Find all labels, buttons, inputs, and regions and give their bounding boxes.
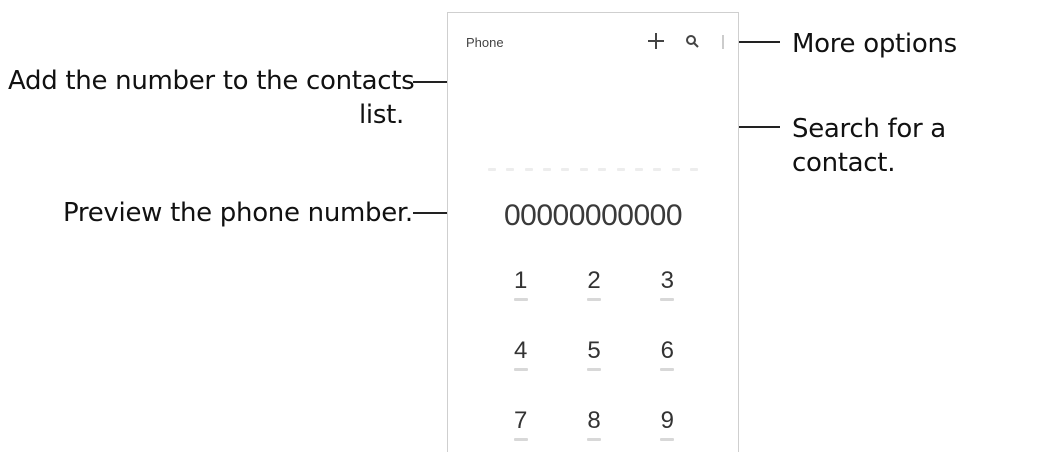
- callout-preview-number: Preview the phone number.: [63, 198, 413, 228]
- key-letters: [586, 368, 601, 371]
- key-3[interactable]: 3: [631, 267, 704, 317]
- add-contact-button[interactable]: [645, 30, 667, 52]
- key-letters: [586, 438, 601, 441]
- callout-more-options: More options: [792, 29, 957, 59]
- key-5[interactable]: 5: [557, 337, 630, 387]
- key-8[interactable]: 8: [557, 407, 630, 457]
- key-digit: 8: [587, 407, 601, 434]
- key-letters: [513, 368, 528, 371]
- key-digit: 1: [513, 267, 528, 294]
- more-options-button[interactable]: [718, 31, 728, 53]
- key-letters: [513, 298, 528, 301]
- plus-icon: [648, 33, 664, 49]
- key-6[interactable]: 6: [631, 337, 704, 387]
- faint-placeholder-row: [488, 168, 698, 174]
- app-title: Phone: [466, 35, 504, 50]
- key-digit: 6: [660, 337, 674, 364]
- key-digit: 3: [660, 267, 674, 294]
- key-letters: [660, 368, 675, 371]
- callout-search-contact: Search for a contact.: [792, 114, 946, 178]
- key-9[interactable]: 9: [631, 407, 704, 457]
- key-digit: 2: [587, 267, 601, 294]
- key-digit: 9: [660, 407, 674, 434]
- number-preview: 00000000000: [503, 199, 683, 232]
- key-letters: [586, 298, 601, 301]
- key-letters: [660, 438, 675, 441]
- key-letters: [660, 298, 675, 301]
- more-vert-icon: [722, 35, 724, 49]
- search-button[interactable]: [684, 33, 700, 49]
- key-1[interactable]: 1: [484, 267, 557, 317]
- callout-add-number-line1: Add the number to the contacts: [8, 66, 415, 96]
- key-4[interactable]: 4: [484, 337, 557, 387]
- key-digit: 4: [513, 337, 528, 364]
- callout-add-number-line2: list.: [359, 100, 404, 130]
- phone-screen: Phone 00000000000 1 2 3 4 5 6 7 8 9: [447, 12, 739, 452]
- key-digit: 7: [513, 407, 528, 434]
- dial-keypad: 1 2 3 4 5 6 7 8 9: [484, 267, 704, 457]
- key-7[interactable]: 7: [484, 407, 557, 457]
- key-digit: 5: [587, 337, 601, 364]
- key-2[interactable]: 2: [557, 267, 630, 317]
- search-icon: [686, 35, 699, 48]
- key-letters: [513, 438, 528, 441]
